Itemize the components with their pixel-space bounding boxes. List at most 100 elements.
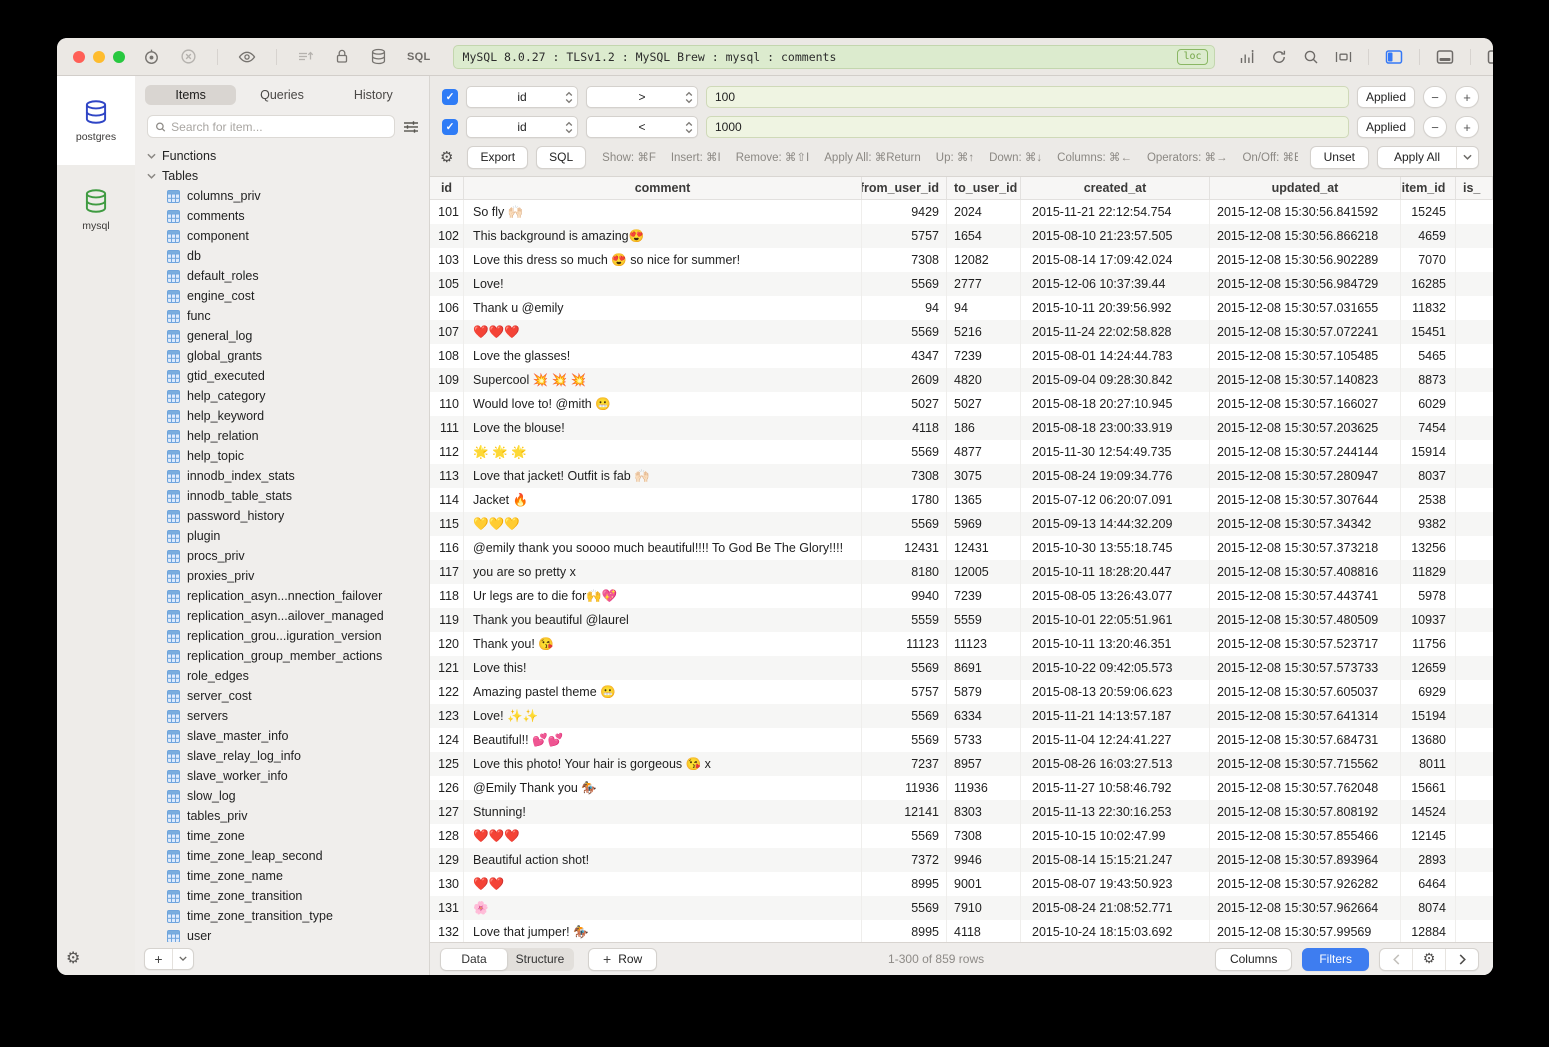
sidebar-table-item[interactable]: slave_master_info	[135, 726, 429, 746]
refresh-icon[interactable]	[1271, 49, 1287, 65]
column-header-updated-at[interactable]: updated_at	[1210, 177, 1401, 199]
column-header-id[interactable]: id	[430, 177, 464, 199]
filter-operator-select[interactable]: <	[586, 116, 698, 138]
sidebar-table-item[interactable]: procs_priv	[135, 546, 429, 566]
table-row[interactable]: 116 @emily thank you soooo much beautifu…	[430, 536, 1493, 560]
sidebar-table-item[interactable]: user	[135, 926, 429, 942]
filter-enabled-checkbox[interactable]: ✓	[442, 89, 458, 105]
close-window-button[interactable]	[73, 51, 85, 63]
sidebar-table-item[interactable]: password_history	[135, 506, 429, 526]
spacing-icon[interactable]	[1335, 49, 1352, 65]
filter-column-select[interactable]: id	[466, 116, 578, 138]
columns-button[interactable]: Columns	[1215, 948, 1292, 971]
table-row[interactable]: 125 Love this photo! Your hair is gorgeo…	[430, 752, 1493, 776]
table-row[interactable]: 114 Jacket 🔥 1780 1365 2015-07-12 06:20:…	[430, 488, 1493, 512]
sidebar-table-item[interactable]: comments	[135, 206, 429, 226]
tab-data[interactable]: Data	[441, 949, 507, 970]
apply-all-button[interactable]: Apply All	[1377, 146, 1479, 169]
sql-button[interactable]: SQL	[536, 146, 586, 169]
table-row[interactable]: 126 @Emily Thank you 🏇 11936 11936 2015-…	[430, 776, 1493, 800]
database-icon[interactable]	[370, 48, 387, 65]
sidebar-table-item[interactable]: replication_grou...iguration_version	[135, 626, 429, 646]
sidebar-table-item[interactable]: help_relation	[135, 426, 429, 446]
connect-icon[interactable]	[143, 48, 160, 65]
next-page-button[interactable]	[1446, 949, 1478, 970]
item-search-field[interactable]	[147, 115, 395, 138]
minimize-window-button[interactable]	[93, 51, 105, 63]
column-header-created-at[interactable]: created_at	[1021, 177, 1210, 199]
table-row[interactable]: 105 Love! 5569 2777 2015-12-06 10:37:39.…	[430, 272, 1493, 296]
sidebar-table-item[interactable]: time_zone_transition_type	[135, 906, 429, 926]
sidebar-table-item[interactable]: general_log	[135, 326, 429, 346]
tree-section-tables[interactable]: Tables	[135, 166, 429, 186]
filters-button[interactable]: Filters	[1302, 948, 1369, 971]
sidebar-table-item[interactable]: default_roles	[135, 266, 429, 286]
table-row[interactable]: 132 Love that jumper! 🏇 8995 4118 2015-1…	[430, 920, 1493, 942]
tab-history[interactable]: History	[328, 85, 419, 105]
table-row[interactable]: 106 Thank u @emily 94 94 2015-10-11 20:3…	[430, 296, 1493, 320]
sidebar-table-item[interactable]: replication_asyn...ailover_managed	[135, 606, 429, 626]
sidebar-table-item[interactable]: time_zone_transition	[135, 886, 429, 906]
sidebar-table-item[interactable]: func	[135, 306, 429, 326]
sidebar-table-item[interactable]: innodb_index_stats	[135, 466, 429, 486]
sidebar-table-item[interactable]: servers	[135, 706, 429, 726]
search-icon[interactable]	[1303, 49, 1319, 65]
column-header-to-user-id[interactable]: to_user_id	[947, 177, 1021, 199]
column-header-comment[interactable]: comment	[464, 177, 862, 199]
sidebar-table-item[interactable]: component	[135, 226, 429, 246]
table-row[interactable]: 101 So fly 🙌🏻 9429 2024 2015-11-21 22:12…	[430, 200, 1493, 224]
sidebar-table-item[interactable]: engine_cost	[135, 286, 429, 306]
filter-value-input[interactable]	[706, 116, 1349, 138]
table-row[interactable]: 131 🌸 5569 7910 2015-08-24 21:08:52.771 …	[430, 896, 1493, 920]
unset-button[interactable]: Unset	[1310, 146, 1369, 169]
sidebar-table-item[interactable]: global_grants	[135, 346, 429, 366]
add-row-button[interactable]: + Row	[588, 948, 657, 971]
eye-icon[interactable]	[238, 49, 256, 65]
table-row[interactable]: 109 Supercool 💥 💥 💥 2609 4820 2015-09-04…	[430, 368, 1493, 392]
add-filter-button[interactable]: +	[1455, 86, 1479, 108]
filter-settings-gear-icon[interactable]: ⚙	[440, 148, 453, 166]
tab-queries[interactable]: Queries	[236, 85, 327, 105]
page-settings-button[interactable]: ⚙	[1413, 949, 1445, 970]
add-item-menu-button[interactable]	[172, 949, 193, 969]
toggle-left-panel-icon[interactable]	[1385, 49, 1403, 65]
sidebar-table-item[interactable]: replication_asyn...nnection_failover	[135, 586, 429, 606]
sidebar-table-item[interactable]: db	[135, 246, 429, 266]
table-row[interactable]: 111 Love the blouse! 4118 186 2015-08-18…	[430, 416, 1493, 440]
sidebar-table-item[interactable]: time_zone_name	[135, 866, 429, 886]
sql-editor-icon[interactable]: SQL	[407, 51, 431, 63]
table-row[interactable]: 102 This background is amazing😍 5757 165…	[430, 224, 1493, 248]
filter-value-input[interactable]	[706, 86, 1349, 108]
analytics-icon[interactable]	[1239, 49, 1255, 65]
sidebar-table-item[interactable]: tables_priv	[135, 806, 429, 826]
settings-gear-icon[interactable]: ⚙	[66, 948, 80, 967]
column-header-from-user-id[interactable]: from_user_id	[862, 177, 947, 199]
toggle-bottom-panel-icon[interactable]	[1436, 49, 1454, 65]
add-filter-button[interactable]: +	[1455, 116, 1479, 138]
toggle-right-panel-icon[interactable]	[1487, 49, 1493, 65]
column-header-item-id[interactable]: item_id	[1401, 177, 1456, 199]
sidebar-table-item[interactable]: proxies_priv	[135, 566, 429, 586]
table-row[interactable]: 110 Would love to! @mith 😬 5027 5027 201…	[430, 392, 1493, 416]
table-row[interactable]: 117 you are so pretty x 8180 12005 2015-…	[430, 560, 1493, 584]
filter-applied-button[interactable]: Applied	[1357, 86, 1415, 108]
disconnect-icon[interactable]	[180, 48, 197, 65]
connection-postgres[interactable]: postgres	[57, 76, 135, 165]
filter-sliders-icon[interactable]	[403, 120, 419, 134]
table-row[interactable]: 115 💛💛💛 5569 5969 2015-09-13 14:44:32.20…	[430, 512, 1493, 536]
sidebar-table-item[interactable]: slow_log	[135, 786, 429, 806]
sidebar-table-item[interactable]: plugin	[135, 526, 429, 546]
filter-applied-button[interactable]: Applied	[1357, 116, 1415, 138]
sidebar-table-item[interactable]: slave_relay_log_info	[135, 746, 429, 766]
table-row[interactable]: 112 🌟 🌟 🌟 5569 4877 2015-11-30 12:54:49.…	[430, 440, 1493, 464]
table-row[interactable]: 130 ❤️❤️ 8995 9001 2015-08-07 19:43:50.9…	[430, 872, 1493, 896]
add-item-button[interactable]: +	[145, 949, 172, 969]
table-row[interactable]: 118 Ur legs are to die for🙌💖 9940 7239 2…	[430, 584, 1493, 608]
sidebar-table-item[interactable]: replication_group_member_actions	[135, 646, 429, 666]
filter-enabled-checkbox[interactable]: ✓	[442, 119, 458, 135]
table-row[interactable]: 120 Thank you! 😘 11123 11123 2015-10-11 …	[430, 632, 1493, 656]
tab-items[interactable]: Items	[145, 85, 236, 105]
table-row[interactable]: 121 Love this! 5569 8691 2015-10-22 09:4…	[430, 656, 1493, 680]
apply-all-menu-button[interactable]	[1456, 147, 1478, 168]
sidebar-table-item[interactable]: time_zone_leap_second	[135, 846, 429, 866]
